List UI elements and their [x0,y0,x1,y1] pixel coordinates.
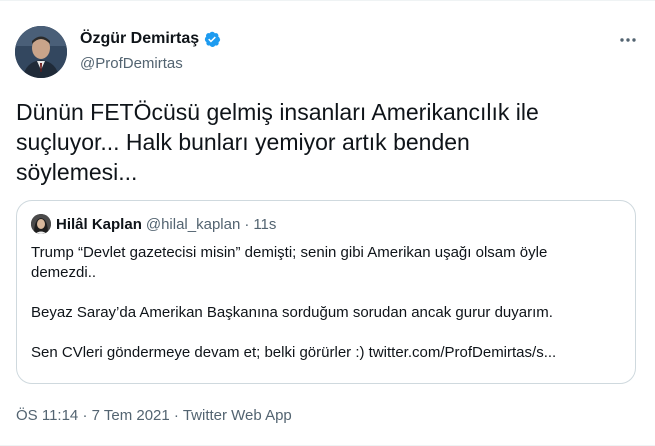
quoted-author-name: Hilâl Kaplan [56,215,142,233]
quoted-line: Beyaz Saray’da Amerikan Başkanına sorduğ… [31,304,553,321]
quoted-tweet-header: Hilâl Kaplan @hilal_kaplan · 11s [31,214,276,234]
tweet-text-line: Dünün FETÖcüsü gelmiş insanları Amerikan… [16,99,539,125]
author-avatar[interactable] [15,26,67,78]
tweet-text: Dünün FETÖcüsü gelmiş insanları Amerikan… [16,97,636,187]
tweet-date[interactable]: 7 Tem 2021 [92,407,170,424]
quoted-time: 11s [253,215,277,233]
top-divider [0,0,655,1]
quoted-author-avatar [31,214,51,234]
tweet-source: Twitter Web App [182,407,292,424]
quoted-separator: · [244,215,250,233]
tweet-meta: ÖS 11:14 · 7 Tem 2021 · Twitter Web App [16,407,292,424]
quoted-line: Sen CVleri göndermeye devam et; belki gö… [31,344,557,361]
author-name-row: Özgür Demirtaş [80,30,221,48]
author-handle[interactable]: @ProfDemirtas [80,55,183,72]
tweet-text-line: söylemesi... [16,159,138,185]
more-dots-icon[interactable] [618,30,638,50]
tweet-text-line: suçluyor... Halk bunları yemiyor artık b… [16,129,470,155]
meta-separator: · [82,407,88,424]
meta-separator: · [173,407,179,424]
profile-photo-icon [15,26,67,78]
quoted-paragraph: Beyaz Saray’da Amerikan Başkanına sorduğ… [31,303,623,323]
verified-badge-icon [203,30,221,48]
quoted-paragraph: Trump “Devlet gazetecisi misin” demişti;… [31,243,623,283]
quoted-paragraph: Sen CVleri göndermeye devam et; belki gö… [31,343,623,363]
quoted-line: Trump “Devlet gazetecisi misin” demişti;… [31,244,548,261]
author-display-name[interactable]: Özgür Demirtaş [80,30,199,48]
quoted-tweet-text: Trump “Devlet gazetecisi misin” demişti;… [31,243,623,363]
quoted-tweet-card[interactable]: Hilâl Kaplan @hilal_kaplan · 11s Trump “… [16,200,636,384]
quoted-line: demezdi.. [31,264,97,281]
quoted-author-handle: @hilal_kaplan [145,215,241,233]
tweet-time[interactable]: ÖS 11:14 [16,407,78,424]
profile-photo-icon [31,214,51,234]
